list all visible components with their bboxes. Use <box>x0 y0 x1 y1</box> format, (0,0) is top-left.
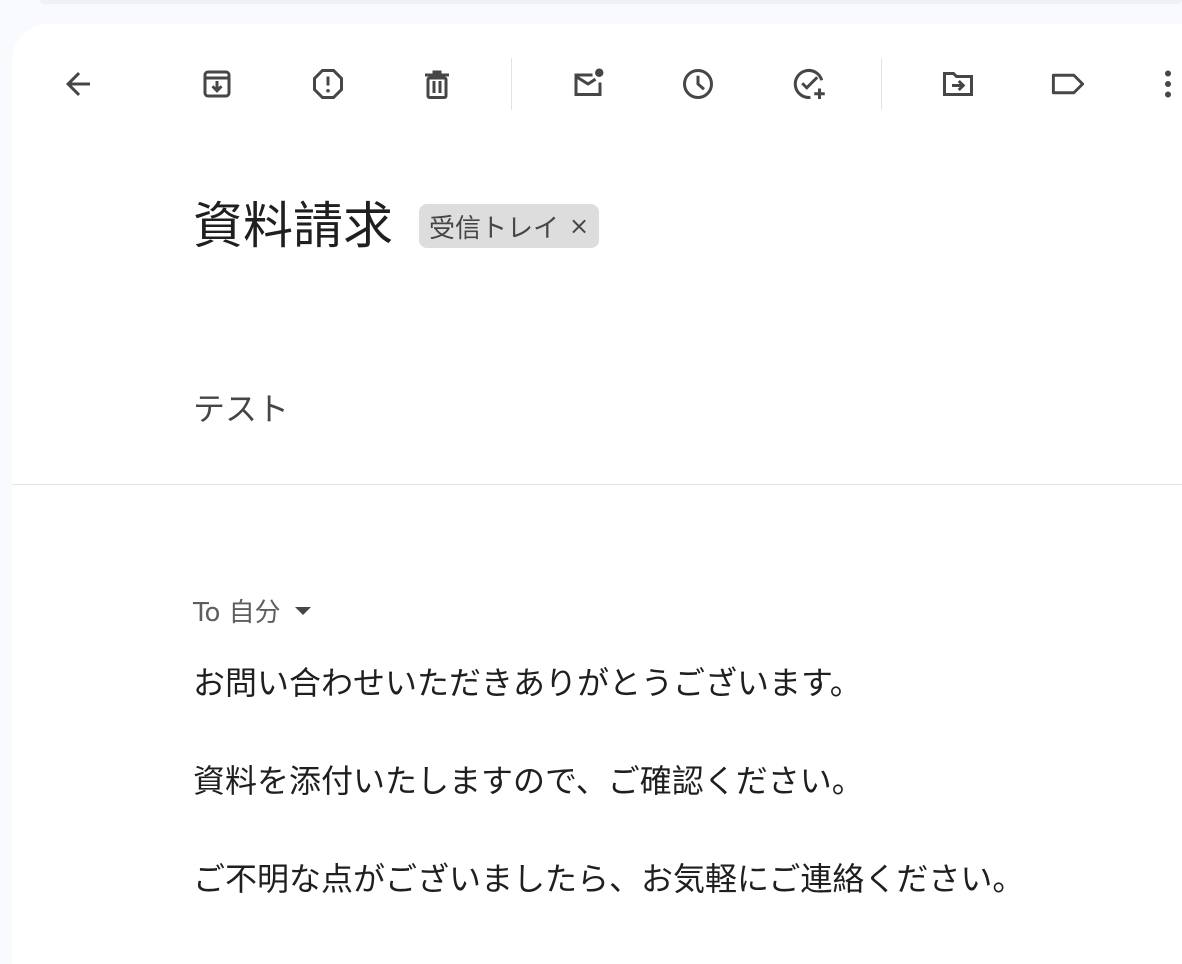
mark-unread-button[interactable] <box>564 60 612 108</box>
delete-button[interactable] <box>413 60 461 108</box>
subject-row: 資料請求 受信トレイ × <box>193 190 600 262</box>
back-button[interactable] <box>54 60 102 108</box>
clock-icon <box>683 69 713 99</box>
top-strip <box>40 0 1182 4</box>
toolbar-separator <box>511 58 512 110</box>
archive-button[interactable] <box>193 60 241 108</box>
report-spam-button[interactable] <box>304 60 352 108</box>
labels-button[interactable] <box>1044 60 1092 108</box>
move-to-button[interactable] <box>934 60 982 108</box>
trash-icon <box>425 70 449 99</box>
arrow-left-icon <box>66 72 90 96</box>
email-body-line: ご不明な点がございましたら、お気軽にご連絡ください。 <box>193 860 1025 898</box>
more-vert-icon <box>1165 70 1171 98</box>
snooze-button[interactable] <box>674 60 722 108</box>
report-spam-icon <box>313 69 343 99</box>
chevron-down-icon <box>294 607 311 615</box>
remove-label-icon[interactable]: × <box>569 212 589 240</box>
add-task-icon <box>793 68 825 99</box>
archive-icon <box>203 70 231 98</box>
toolbar-separator <box>881 58 882 110</box>
mark-unread-icon <box>574 68 604 96</box>
email-body-line: お問い合わせいただきありがとうございます。 <box>193 664 862 702</box>
email-body-line: 資料を添付いたしますので、ご確認ください。 <box>193 762 864 800</box>
label-icon <box>1051 73 1085 95</box>
email-subject: 資料請求 <box>193 197 393 255</box>
add-to-tasks-button[interactable] <box>785 60 833 108</box>
recipient-text: To 自分 <box>193 597 281 628</box>
inbox-label-chip[interactable]: 受信トレイ × <box>419 204 600 248</box>
label-chip-text: 受信トレイ <box>429 213 560 244</box>
move-to-folder-icon <box>943 72 973 96</box>
divider <box>12 484 1182 485</box>
email-view-panel <box>12 24 1182 964</box>
recipient-details-toggle[interactable]: To 自分 <box>193 590 311 630</box>
more-options-button[interactable] <box>1144 60 1182 108</box>
email-snippet: テスト <box>193 390 290 428</box>
